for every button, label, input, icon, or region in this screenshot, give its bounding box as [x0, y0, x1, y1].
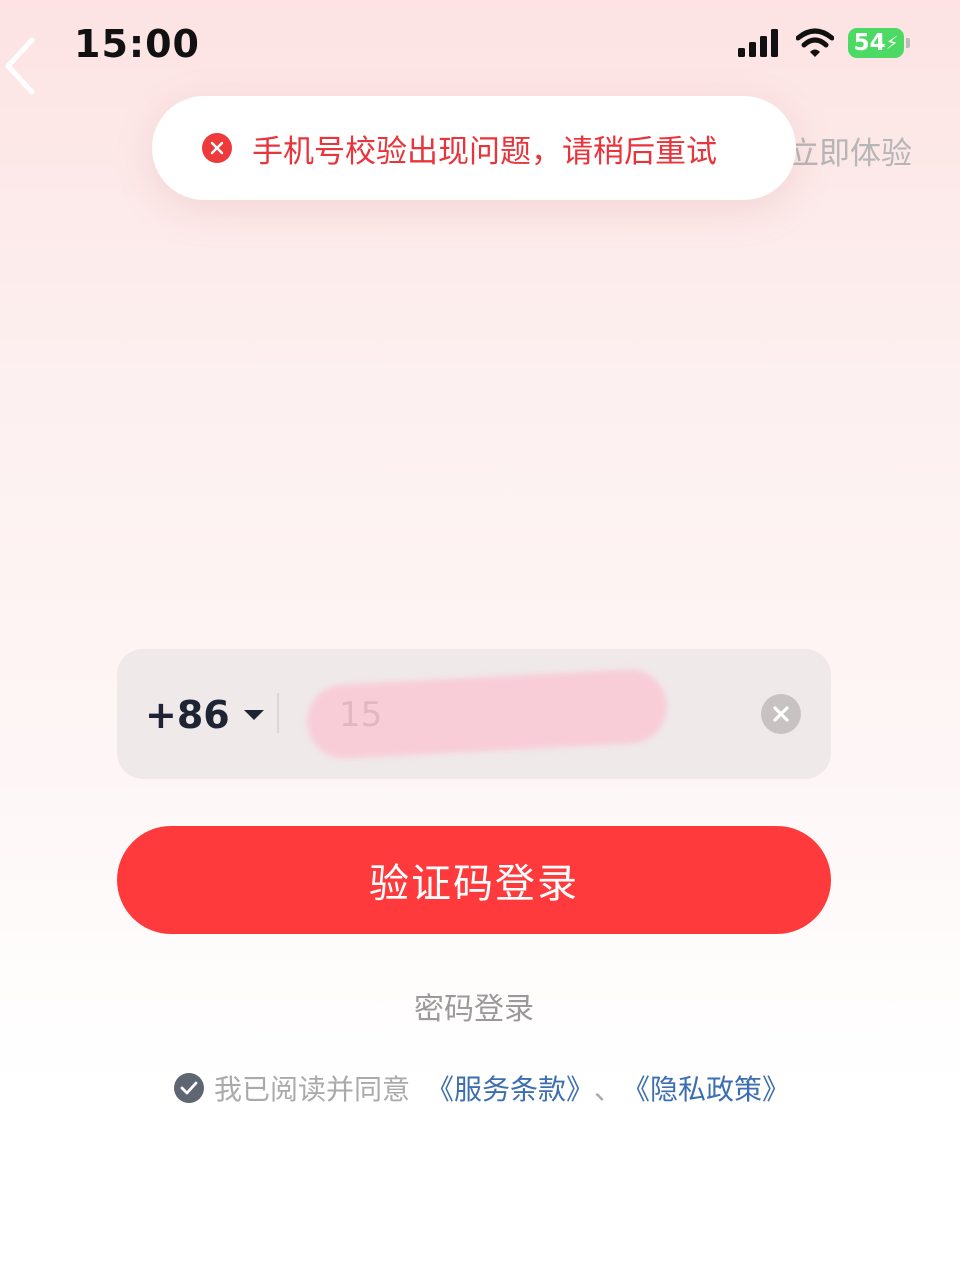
- login-screen: 15:00 54 ⚡ 立即体验 手机号校验出现问题，请稍后重试 +86 15 验…: [0, 0, 960, 1278]
- caret-down-icon: [243, 710, 264, 720]
- redaction-scribble: [305, 667, 669, 761]
- battery-level: 54: [853, 30, 886, 56]
- password-login-link[interactable]: 密码登录: [0, 984, 948, 1028]
- agreement-separator: 、: [594, 1073, 623, 1106]
- status-time: 15:00: [74, 22, 200, 66]
- agreement-text: 我已阅读并同意: [214, 1073, 411, 1106]
- close-icon: [773, 706, 789, 722]
- agreement-checkbox[interactable]: [174, 1073, 204, 1103]
- wifi-icon: [796, 28, 834, 57]
- toast-message: 手机号校验出现问题，请稍后重试: [252, 133, 717, 170]
- agreement-row: 我已阅读并同意 《服务条款》 、 《隐私政策》: [174, 1068, 790, 1108]
- battery-icon: 54 ⚡: [848, 28, 910, 58]
- error-toast: 手机号校验出现问题，请稍后重试: [152, 96, 796, 200]
- privacy-policy-link[interactable]: 《隐私政策》: [622, 1068, 790, 1108]
- checkmark-icon: [180, 1081, 198, 1095]
- divider: [277, 693, 279, 733]
- home-indicator: [200, 1256, 760, 1266]
- phone-input-box: +86: [117, 649, 831, 779]
- cellular-signal-icon: [738, 29, 778, 57]
- terms-of-service-link[interactable]: 《服务条款》: [426, 1068, 594, 1108]
- country-code-selector[interactable]: +86: [145, 693, 264, 737]
- sms-login-button[interactable]: 验证码登录: [117, 826, 831, 934]
- back-chevron-icon[interactable]: [2, 36, 38, 96]
- clear-input-button[interactable]: [761, 694, 801, 734]
- error-icon: [202, 133, 232, 163]
- try-now-link[interactable]: 立即体验: [788, 128, 912, 173]
- country-code: +86: [145, 693, 230, 737]
- status-icons: 54 ⚡: [738, 28, 910, 58]
